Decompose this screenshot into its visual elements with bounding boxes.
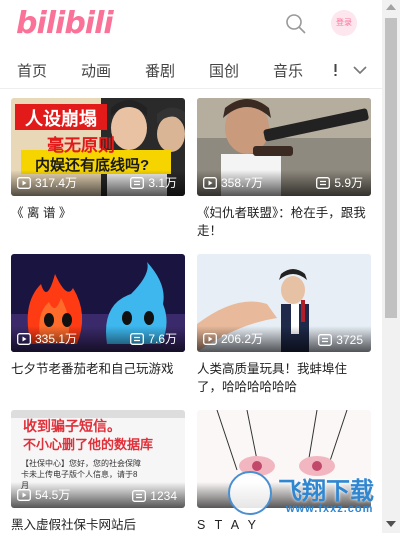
tab-bangumi[interactable]: 番剧 xyxy=(145,60,175,81)
video-title[interactable]: 《妇仇者联盟》：枪在手，跟我走！ xyxy=(197,204,371,240)
danmaku-icon xyxy=(316,176,331,189)
video-thumbnail[interactable]: 358.7万 5.9万 xyxy=(197,98,371,196)
category-nav: 首页 动画 番剧 国创 音乐 xyxy=(0,52,382,88)
play-icon xyxy=(17,176,31,189)
divider xyxy=(0,88,382,89)
danmaku-count-value: 5.9万 xyxy=(334,176,363,190)
video-card[interactable]: 人设崩塌 毫无原则 内娱还有底线吗? 317.4万 3.1万 《 离 谱 》 xyxy=(11,98,185,240)
bilibili-logo[interactable]: bilibili xyxy=(16,6,114,41)
scroll-up-arrow-icon[interactable] xyxy=(386,4,396,10)
danmaku-icon xyxy=(130,332,145,345)
video-card[interactable]: 收到骗子短信。 不小心删了他的数据库 【社保中心】您好，您的社会保障卡未上传电子… xyxy=(11,410,185,533)
danmaku-icon xyxy=(132,490,147,502)
play-count: 206.2万 xyxy=(203,330,263,347)
thumbnail-caption: 人设崩塌 xyxy=(25,109,97,129)
watermark-logo-icon xyxy=(228,471,272,515)
play-icon xyxy=(17,488,31,501)
video-thumbnail[interactable]: 335.1万 7.6万 xyxy=(11,254,185,352)
danmaku-count: 1234 xyxy=(132,489,177,503)
danmaku-count: 3725 xyxy=(318,333,363,347)
search-icon[interactable] xyxy=(284,12,308,36)
video-title[interactable]: 人类高质量玩具！我蚌埠住了，哈哈哈哈哈哈 xyxy=(197,360,371,396)
video-card[interactable]: 358.7万 5.9万 《妇仇者联盟》：枪在手，跟我走！ xyxy=(197,98,371,240)
video-card[interactable]: 335.1万 7.6万 七夕节老番茄老和自己玩游戏 xyxy=(11,254,185,396)
play-count: 335.1万 xyxy=(17,330,77,347)
danmaku-count: 5.9万 xyxy=(316,174,363,191)
video-title[interactable]: 《 离 谱 》 xyxy=(11,204,185,240)
video-thumbnail[interactable]: 收到骗子短信。 不小心删了他的数据库 【社保中心】您好，您的社会保障卡未上传电子… xyxy=(11,410,185,508)
video-title[interactable]: 黑入虚假社保卡网站后 xyxy=(11,516,185,533)
top-header: bilibili 登录 xyxy=(0,0,382,48)
play-count: 358.7万 xyxy=(203,174,263,191)
play-icon xyxy=(17,332,31,345)
play-icon xyxy=(203,332,217,345)
play-count-value: 54.5万 xyxy=(35,488,71,502)
play-count-value: 206.2万 xyxy=(221,332,264,346)
danmaku-count: 3.1万 xyxy=(130,174,177,191)
tab-guochuang[interactable]: 国创 xyxy=(209,60,239,81)
play-count-value: 358.7万 xyxy=(221,176,264,190)
site-watermark: 飞翔下载 www.fxxz.com xyxy=(224,467,382,523)
scroll-down-arrow-icon[interactable] xyxy=(386,521,396,527)
play-count-value: 335.1万 xyxy=(35,332,78,346)
danmaku-count-value: 7.6万 xyxy=(148,332,177,346)
play-count: 317.4万 xyxy=(17,174,77,191)
nav-overflow-marker xyxy=(334,64,337,76)
thumbnail-caption: 不小心删了他的数据库 xyxy=(23,437,154,452)
video-thumbnail[interactable]: 人设崩塌 毫无原则 内娱还有底线吗? 317.4万 3.1万 xyxy=(11,98,185,196)
danmaku-count-value: 3725 xyxy=(336,333,363,347)
danmaku-icon xyxy=(318,334,333,346)
play-count: 54.5万 xyxy=(17,486,70,503)
watermark-text: 飞翔下载 xyxy=(278,477,374,505)
danmaku-count-value: 3.1万 xyxy=(148,176,177,190)
danmaku-icon xyxy=(130,176,145,189)
watermark-domain: www.fxxz.com xyxy=(286,503,374,515)
video-thumbnail[interactable]: 206.2万 3725 xyxy=(197,254,371,352)
scrollbar-thumb[interactable] xyxy=(385,18,397,318)
tab-animation[interactable]: 动画 xyxy=(81,60,111,81)
play-icon xyxy=(203,176,217,189)
video-card[interactable]: 206.2万 3725 人类高质量玩具！我蚌埠住了，哈哈哈哈哈哈 xyxy=(197,254,371,396)
chevron-down-icon[interactable] xyxy=(350,62,370,78)
play-count-value: 317.4万 xyxy=(35,176,78,190)
danmaku-count: 7.6万 xyxy=(130,330,177,347)
login-button[interactable]: 登录 xyxy=(331,10,357,36)
thumbnail-caption: 收到骗子短信。 xyxy=(23,418,121,434)
video-title[interactable]: 七夕节老番茄老和自己玩游戏 xyxy=(11,360,185,396)
thumbnail-caption: 毫无原则 xyxy=(47,136,115,155)
danmaku-count-value: 1234 xyxy=(150,489,177,503)
tab-home[interactable]: 首页 xyxy=(17,60,47,81)
tab-music[interactable]: 音乐 xyxy=(273,60,303,81)
